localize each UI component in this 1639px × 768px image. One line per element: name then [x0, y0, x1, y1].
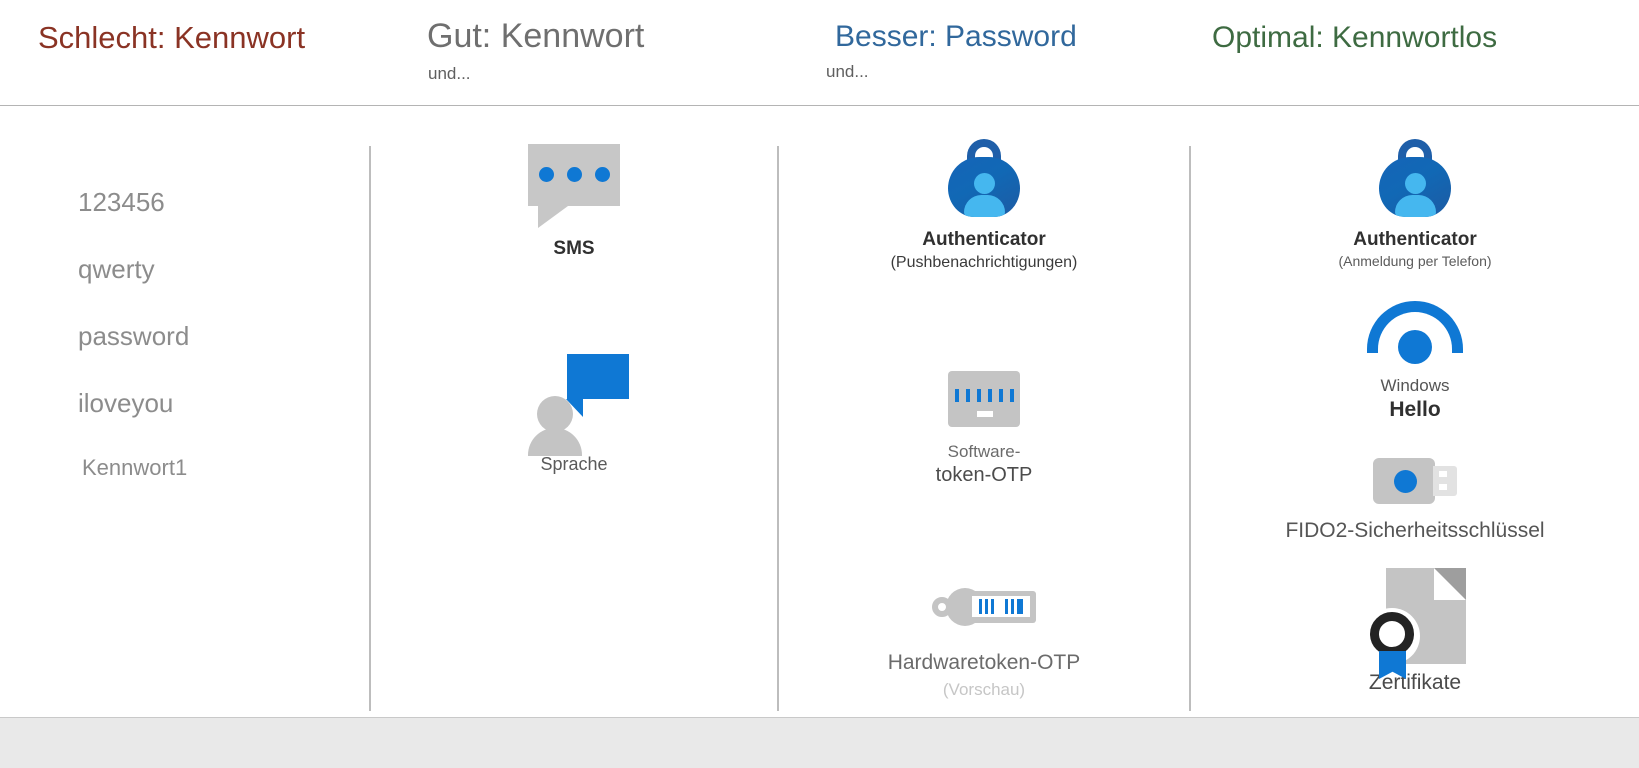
- windows-hello-icon: [1367, 301, 1463, 364]
- item-certificates: Zertifikate: [1191, 568, 1639, 695]
- item-fido2-key: FIDO2-Sicherheitsschlüssel: [1191, 458, 1639, 543]
- header-title-best: Optimal: Kennwortlos: [1212, 21, 1498, 54]
- item-authenticator-push: Authenticator (Pushbenachrichtigungen): [779, 139, 1189, 272]
- item-label-fido2: FIDO2-Sicherheitsschlüssel: [1285, 519, 1545, 542]
- list-item: iloveyou: [78, 388, 174, 418]
- column-better-mfa: Authenticator (Pushbenachrichtigungen) S…: [779, 106, 1189, 717]
- list-item: 123456: [78, 187, 165, 217]
- item-label-windows-hello-line2: Hello: [1389, 397, 1441, 421]
- slide-root: Schlecht: Kennwort Gut: Kennwort und... …: [0, 0, 1639, 768]
- item-hardware-token: Hardwaretoken-OTP (Vorschau): [779, 583, 1189, 701]
- header-column-better: Besser: Password und...: [778, 0, 1190, 106]
- item-voice: Sprache: [371, 354, 777, 475]
- header-title-better: Besser: Password: [835, 20, 1077, 53]
- item-label-authenticator: Authenticator: [1353, 229, 1477, 250]
- header-row: Schlecht: Kennwort Gut: Kennwort und... …: [0, 0, 1639, 106]
- microsoft-authenticator-icon: [1379, 139, 1451, 217]
- item-sub-authenticator: (Anmeldung per Telefon): [1338, 252, 1492, 269]
- list-item: password: [78, 321, 190, 351]
- item-sub-hardware-token: (Vorschau): [942, 680, 1026, 700]
- voice-call-icon: [519, 354, 629, 456]
- column-good-mfa: SMS Sprache: [371, 106, 777, 717]
- password-list: 123456 qwerty password iloveyou Kennwort…: [78, 189, 189, 520]
- certificate-icon: [1364, 568, 1466, 679]
- header-column-best: Optimal: Kennwortlos: [1190, 0, 1639, 106]
- list-item: Kennwort1: [82, 455, 188, 480]
- item-label-authenticator: Authenticator: [922, 229, 1046, 250]
- header-sub-better: und...: [826, 61, 869, 81]
- item-label-sms: SMS: [553, 238, 595, 259]
- header-column-good: Gut: Kennwort und...: [370, 0, 778, 106]
- header-sub-good: und...: [428, 63, 471, 83]
- item-label-windows-hello-line1: Windows: [1380, 376, 1450, 395]
- fido2-security-key-icon: [1373, 458, 1457, 504]
- item-label-hardware-token: Hardwaretoken-OTP: [887, 651, 1081, 674]
- software-token-icon: [948, 371, 1020, 427]
- hardware-token-icon: [932, 583, 1036, 635]
- item-sms: SMS: [371, 144, 777, 260]
- column-best-passwordless: Authenticator (Anmeldung per Telefon) Wi…: [1191, 106, 1639, 717]
- item-label-voice: Sprache: [540, 454, 608, 474]
- bottom-bar: [0, 717, 1639, 768]
- item-windows-hello: Windows Hello: [1191, 301, 1639, 422]
- header-title-bad: Schlecht: Kennwort: [38, 20, 306, 55]
- microsoft-authenticator-icon: [948, 139, 1020, 217]
- list-item: qwerty: [78, 254, 155, 284]
- column-bad-passwords: 123456 qwerty password iloveyou Kennwort…: [0, 106, 369, 717]
- item-authenticator-phone: Authenticator (Anmeldung per Telefon): [1191, 139, 1639, 270]
- item-software-token: Software- token-OTP: [779, 371, 1189, 487]
- header-column-bad: Schlecht: Kennwort: [0, 0, 370, 106]
- sms-bubble-icon: [528, 144, 620, 228]
- item-label-software-token-line2: token-OTP: [935, 463, 1033, 486]
- item-sub-authenticator: (Pushbenachrichtigungen): [890, 253, 1078, 271]
- item-label-certificates: Zertifikate: [1368, 671, 1462, 694]
- header-title-good: Gut: Kennwort: [427, 17, 645, 55]
- item-label-software-token-line1: Software-: [947, 442, 1021, 461]
